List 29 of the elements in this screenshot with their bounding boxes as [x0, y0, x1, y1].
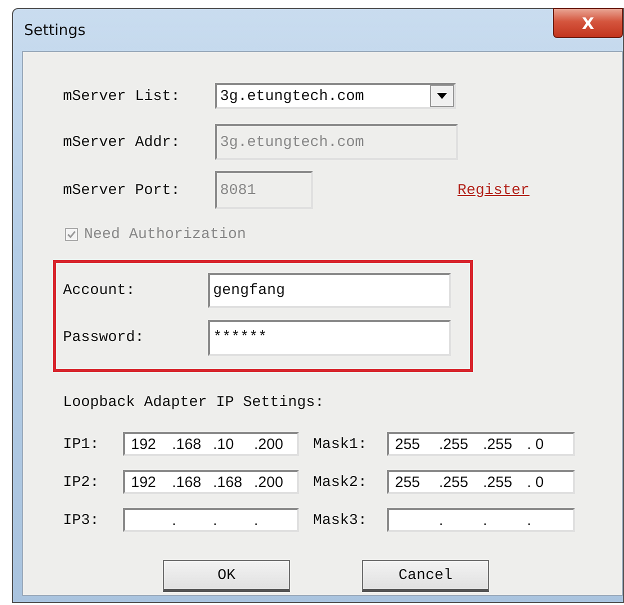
window-title: Settings — [24, 21, 86, 39]
ip-label: IP3: — [63, 512, 100, 528]
field-label: mServer List: — [63, 88, 182, 104]
dropdown-button[interactable] — [430, 85, 454, 107]
register-link[interactable]: Register — [457, 182, 622, 198]
close-button[interactable]: X — [553, 8, 623, 38]
subnet-mask-field[interactable]: 255 .255 .255 . 0 — [387, 470, 575, 494]
account-field[interactable]: gengfang — [208, 273, 451, 308]
field-label: mServer Addr: — [63, 134, 182, 150]
mask-label: Mask1: — [312, 436, 368, 452]
ip-address-field[interactable]: 192 .168 .168 .200 — [123, 470, 299, 494]
checkbox-label: Need Authorization — [84, 226, 246, 242]
subnet-mask-field[interactable]: . . . — [387, 508, 575, 532]
field-label: Account: — [63, 282, 136, 299]
dropdown-arrow-icon — [437, 93, 447, 99]
field-label: Password: — [63, 329, 146, 346]
password-field[interactable]: ****** — [208, 320, 451, 356]
ok-button[interactable]: OK — [163, 560, 290, 592]
cancel-button[interactable]: Cancel — [362, 560, 489, 592]
ip-label: IP1: — [63, 436, 100, 452]
ip-address-field[interactable]: . . . — [123, 508, 299, 532]
ip-address-field[interactable]: 192 .168 .10 .200 — [123, 432, 299, 456]
subnet-mask-field[interactable]: 255 .255 .255 . 0 — [387, 432, 575, 456]
ip-label: IP2: — [63, 474, 100, 490]
server-list-dropdown[interactable]: 3g.etungtech.com — [215, 83, 456, 109]
field-label: mServer Port: — [63, 182, 182, 198]
mask-label: Mask3: — [312, 512, 368, 528]
section-heading: Loopback Adapter IP Settings: — [63, 394, 326, 413]
mask-label: Mask2: — [312, 474, 368, 490]
